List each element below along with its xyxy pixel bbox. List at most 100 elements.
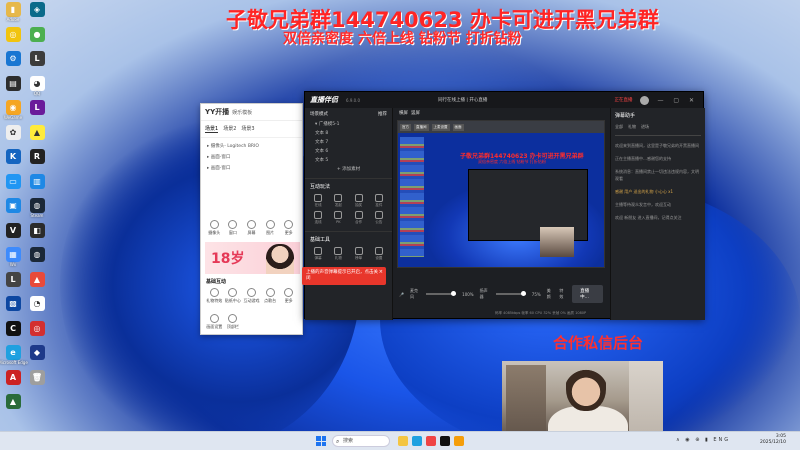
orientation-tab[interactable]: 竖屏 <box>411 110 420 116</box>
yy-template-tag[interactable]: 娱乐模板 <box>232 109 252 116</box>
toolbar-item[interactable]: 图片 <box>261 220 280 236</box>
desktop-icon[interactable]: R <box>25 149 49 174</box>
scene-item[interactable]: 文本 8 <box>305 129 392 138</box>
tool-button[interactable]: 设置 <box>369 247 389 261</box>
scene-item[interactable]: ▾ 广播模5-1 <box>305 120 392 129</box>
desktop-icon[interactable]: ▮ Adobe <box>1 2 25 27</box>
desktop-icon[interactable]: L <box>1 271 25 297</box>
close-icon[interactable]: × <box>379 269 383 275</box>
edge-icon[interactable] <box>412 436 422 446</box>
speaker-slider[interactable] <box>495 291 526 296</box>
toolbar-item[interactable]: 点歌台 <box>261 288 280 304</box>
yy-tab[interactable]: 场景3 <box>241 125 254 133</box>
preview-tab[interactable]: 上麦设置 <box>431 123 450 131</box>
desktop-icon[interactable]: ◧ <box>25 222 49 248</box>
taskbar-search[interactable]: ⌕ 搜索 <box>332 435 390 447</box>
tool-button[interactable]: 抽奖 <box>349 194 369 208</box>
notification-popup[interactable]: 上播的声音弹幕提示已开启，点击关闭 × <box>302 267 386 285</box>
desktop-icon[interactable]: ▩ <box>1 296 25 321</box>
desktop-icon[interactable]: ● <box>25 26 49 52</box>
tool-button[interactable]: 在线 <box>308 194 328 208</box>
desktop-icon[interactable]: ▤ <box>1 75 25 101</box>
tool-button[interactable]: 挂件 <box>369 194 389 208</box>
scene-header-tab[interactable]: 推荐 <box>378 111 387 117</box>
yy-tab[interactable]: 场景2 <box>223 125 236 133</box>
desktop-icon[interactable]: ◆ <box>25 345 49 370</box>
toolbar-item[interactable]: 礼物特效 <box>205 288 224 304</box>
orientation-tab[interactable]: 横屏 <box>399 110 408 116</box>
yy-taskbar-icon[interactable] <box>454 436 464 446</box>
system-tray[interactable]: ∧ ◉ ⊕ ▮ ENG <box>676 437 730 443</box>
preview-canvas[interactable]: 官方 直播间 上麦设置 画面 子敬兄弟群144740623 办卡可进开黑兄弟群 双倍亲… <box>397 120 605 268</box>
preview-tab[interactable]: 直播间 <box>414 123 429 131</box>
desktop-icon[interactable]: ◉ WeGame <box>1 100 25 125</box>
desktop-icon[interactable]: ◎ <box>1 26 25 52</box>
add-source-button[interactable]: + 添加素材 <box>305 165 392 174</box>
effects-button[interactable]: 特效 <box>559 288 566 300</box>
list-item[interactable]: ▸ 摄像头- Logitech BRIO <box>207 141 296 152</box>
folder-icon[interactable] <box>398 436 408 446</box>
desktop-icon[interactable]: ▲ <box>1 394 25 419</box>
desktop-icon[interactable]: C <box>1 320 25 346</box>
tool-button[interactable]: 发起 <box>328 194 348 208</box>
desktop-icon[interactable]: e Microsoft Edge <box>0 345 28 370</box>
toolbar-item[interactable]: 更多 <box>279 288 298 304</box>
desktop-icon[interactable]: 🗑 <box>25 369 49 395</box>
beauty-button[interactable]: 美颜 <box>547 288 554 300</box>
toolbar-item[interactable]: 窗口 <box>224 220 243 236</box>
tool-button[interactable]: 合作 <box>349 211 369 225</box>
desktop-icon[interactable]: ◍ Steam <box>25 198 49 223</box>
desktop-icon[interactable]: A <box>1 369 25 395</box>
list-item[interactable]: ▸ 画面-窗口 <box>207 152 296 163</box>
desktop-icon[interactable]: ◈ <box>25 2 49 27</box>
windows-start-icon[interactable] <box>316 436 326 446</box>
yy-tab[interactable]: 场景1 <box>205 125 219 133</box>
window-controls[interactable]: — ▢ ✕ <box>657 97 698 104</box>
tool-button[interactable]: 连线 <box>308 211 328 225</box>
danmaku-tab[interactable]: 全部 <box>615 124 623 130</box>
desktop-icon[interactable]: ▦ Wx <box>1 247 25 272</box>
tool-button[interactable]: 公告 <box>369 211 389 225</box>
danmaku-tab[interactable]: 礼物 <box>628 124 636 130</box>
desktop-icon[interactable]: L <box>25 51 49 76</box>
toolbar-item[interactable]: 画面设置 <box>205 314 224 330</box>
toolbar-item[interactable]: 贴纸中心 <box>224 288 243 304</box>
yy-window[interactable]: YY开播 娱乐模板 场景1 场景2 场景3 ▸ 摄像头- Logitech BRIO… <box>200 103 303 335</box>
toolbar-item[interactable]: 摄像头 <box>205 220 224 236</box>
tool-button[interactable]: 礼物 <box>328 247 348 261</box>
desktop-icon[interactable]: L <box>25 100 49 125</box>
yy-banner[interactable]: 18岁 <box>205 242 300 274</box>
desktop-icon[interactable]: ▲ <box>25 124 49 150</box>
app-icon[interactable] <box>426 436 436 446</box>
tool-button[interactable]: PK <box>328 211 348 225</box>
desktop-icon[interactable]: ▭ <box>1 173 25 199</box>
studio-taskbar-icon[interactable] <box>440 436 450 446</box>
preview-tab[interactable]: 官方 <box>400 123 411 131</box>
toolbar-item[interactable]: 更多 <box>279 220 298 236</box>
avatar[interactable] <box>640 95 650 105</box>
toolbar-item[interactable]: 顶部栏 <box>224 314 243 330</box>
desktop-icon[interactable]: ▥ <box>25 173 49 199</box>
desktop-icon[interactable]: ◕ QQ <box>25 75 49 101</box>
tool-button[interactable]: 榜单 <box>349 247 369 261</box>
scene-item[interactable]: 文本 5 <box>305 156 392 165</box>
preview-tab[interactable]: 画面 <box>452 123 464 131</box>
toolbar-item[interactable]: 互动游戏 <box>242 288 261 304</box>
list-item[interactable]: ▸ 画面-窗口 <box>207 163 296 174</box>
studio-room-title[interactable]: 同行在线上播 | 开心直播 <box>438 97 487 103</box>
desktop-icon[interactable]: ◎ <box>25 320 49 346</box>
desktop-icon[interactable]: ⚙ <box>1 51 25 76</box>
desktop-icon[interactable]: ◍ <box>25 247 49 272</box>
scene-item[interactable]: 文本 7 <box>305 138 392 147</box>
clock[interactable]: 3:05 2025/12/10 <box>760 434 786 446</box>
danmaku-tab[interactable]: 进场 <box>641 124 649 130</box>
scene-item[interactable]: 文本 6 <box>305 147 392 156</box>
start-live-button[interactable]: 直播中... <box>572 285 603 303</box>
toolbar-item[interactable]: 屏幕 <box>242 220 261 236</box>
tool-button[interactable]: 弹幕 <box>308 247 328 261</box>
desktop-icon[interactable]: ▣ <box>1 198 25 223</box>
mic-slider[interactable] <box>426 291 457 296</box>
desktop-icon[interactable]: V <box>1 222 25 248</box>
mic-icon[interactable]: 🎤 <box>399 292 404 297</box>
desktop-icon[interactable]: ◔ <box>25 296 49 321</box>
